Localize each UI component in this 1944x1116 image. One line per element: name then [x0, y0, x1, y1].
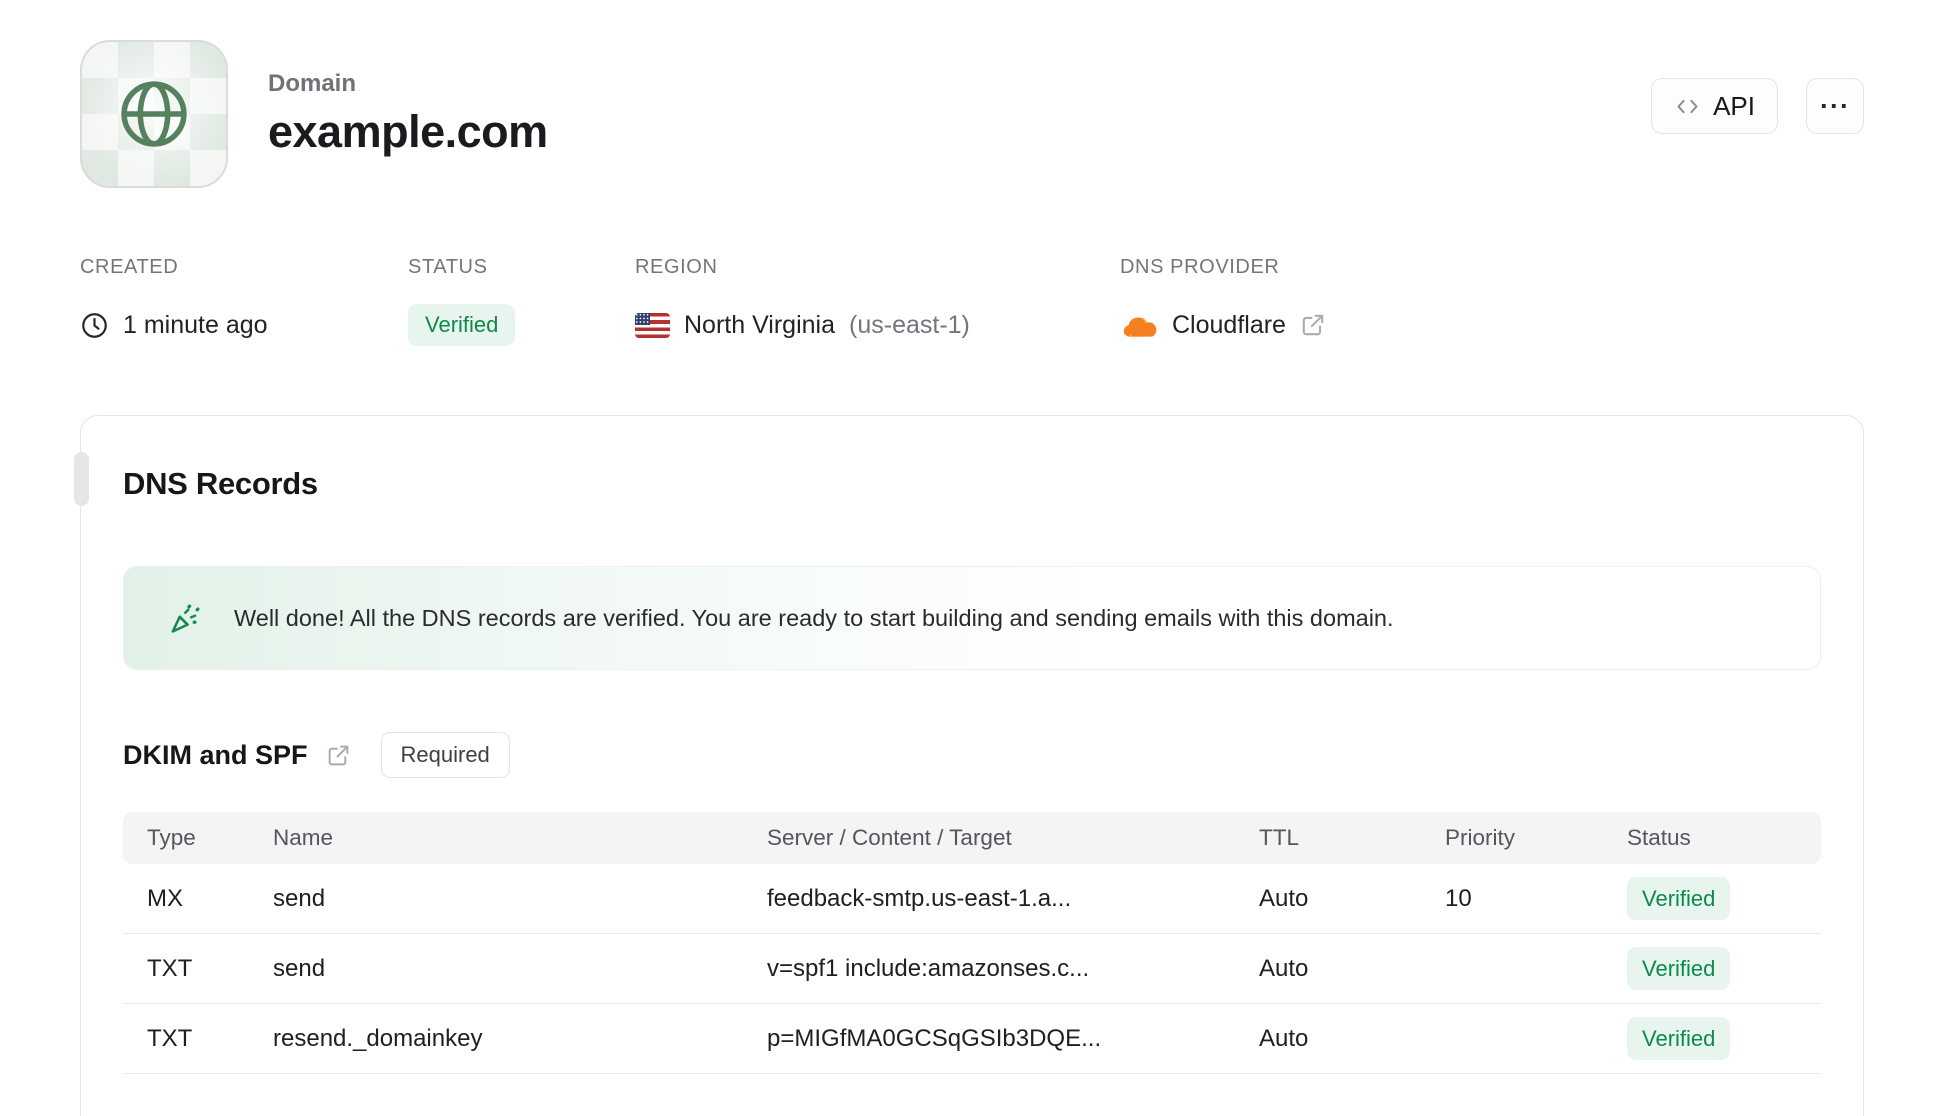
col-header-priority: Priority	[1445, 825, 1516, 850]
cell-name: send	[273, 884, 326, 912]
cell-content: v=spf1 include:amazonses.c...	[767, 954, 1090, 982]
page-eyebrow: Domain	[268, 70, 357, 97]
cell-name: send	[273, 954, 326, 982]
domain-avatar	[80, 40, 228, 188]
cell-type: MX	[147, 884, 183, 912]
cell-status: Verified	[1627, 876, 1821, 920]
status-label: STATUS	[408, 256, 488, 278]
record-status-badge: Verified	[1627, 946, 1731, 990]
cell-priority: 10	[1445, 884, 1472, 912]
code-icon	[1677, 99, 1698, 113]
api-button-label: API	[1713, 90, 1755, 121]
status-badge: Verified	[408, 304, 516, 346]
cell-type: TXT	[147, 954, 193, 982]
cell-type: TXT	[147, 1024, 193, 1052]
col-header-name: Name	[273, 825, 334, 850]
cell-ttl: Auto	[1259, 884, 1309, 912]
table-row[interactable]: TXT resend._domainkey p=MIGfMA0GCSqGSIb3…	[123, 1004, 1821, 1074]
dns-provider-label: DNS PROVIDER	[1120, 256, 1280, 278]
col-header-content: Server / Content / Target	[767, 825, 1012, 850]
cell-status: Verified	[1627, 1016, 1821, 1060]
record-status-badge: Verified	[1627, 876, 1731, 920]
col-header-type: Type	[147, 825, 196, 850]
cell-name: resend._domainkey	[273, 1024, 483, 1052]
cell-content: feedback-smtp.us-east-1.a...	[767, 884, 1072, 912]
dns-provider-value: Cloudflare	[1172, 310, 1286, 339]
domain-meta: CREATED 1 minute ago STATUS Verified REG…	[0, 256, 1944, 349]
clock-icon	[82, 312, 107, 338]
table-header-row: Type Name Server / Content / Target TTL …	[123, 812, 1821, 864]
success-banner: Well done! All the DNS records are verif…	[123, 566, 1821, 670]
section-indicator	[74, 452, 89, 506]
region-label: REGION	[635, 256, 718, 278]
dns-records-table: Type Name Server / Content / Target TTL …	[123, 812, 1821, 1074]
table-body: MX send feedback-smtp.us-east-1.a... Aut…	[123, 864, 1821, 1074]
table-row[interactable]: TXT send v=spf1 include:amazonses.c... A…	[123, 934, 1821, 1004]
us-flag-icon	[635, 312, 670, 338]
globe-icon	[121, 81, 187, 147]
page-title: example.com	[268, 106, 548, 157]
required-badge: Required	[380, 732, 510, 778]
external-link-icon[interactable]	[1300, 312, 1326, 338]
cell-ttl: Auto	[1259, 1024, 1309, 1052]
region-name: North Virginia	[684, 310, 836, 339]
dns-records-card: DNS Records Well done! All the DNS recor…	[74, 415, 1864, 1116]
region-code: (us-east-1)	[849, 310, 970, 339]
created-value: 1 minute ago	[123, 310, 268, 339]
col-header-ttl: TTL	[1259, 825, 1300, 850]
more-options-button[interactable]: ···	[1806, 78, 1864, 134]
cell-status: Verified	[1627, 946, 1821, 990]
ellipsis-icon: ···	[1820, 90, 1850, 121]
col-header-status: Status	[1627, 825, 1691, 850]
success-banner-text: Well done! All the DNS records are verif…	[234, 604, 1394, 631]
cloudflare-icon	[1123, 316, 1157, 337]
created-label: CREATED	[80, 256, 179, 278]
api-button[interactable]: API	[1651, 78, 1778, 134]
record-status-badge: Verified	[1627, 1016, 1731, 1060]
domain-header: Domain example.com API ···	[0, 0, 1944, 188]
cell-ttl: Auto	[1259, 954, 1309, 982]
external-link-icon[interactable]	[326, 743, 351, 768]
dkim-spf-title: DKIM and SPF	[123, 739, 308, 770]
dns-records-title: DNS Records	[123, 466, 318, 501]
table-row[interactable]: MX send feedback-smtp.us-east-1.a... Aut…	[123, 864, 1821, 934]
party-popper-icon	[171, 604, 200, 633]
cell-content: p=MIGfMA0GCSqGSIb3DQE...	[767, 1024, 1102, 1052]
